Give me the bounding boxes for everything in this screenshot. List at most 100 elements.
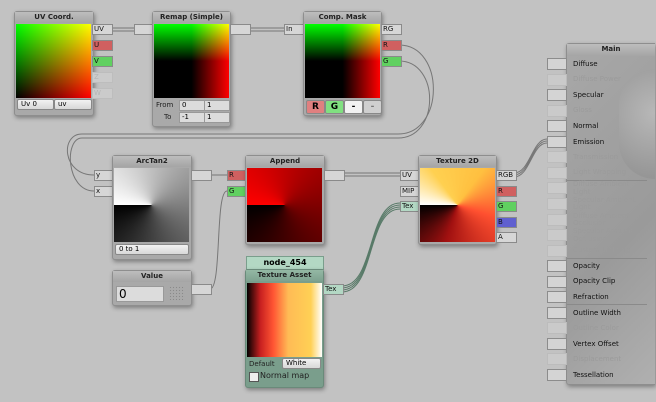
output-rgb[interactable]: RGB — [496, 170, 517, 181]
drag-grip-icon[interactable] — [169, 286, 185, 300]
main-input-label: Transmission — [573, 153, 619, 162]
main-input-port[interactable] — [547, 260, 567, 273]
mask-g-button[interactable]: G — [325, 100, 344, 114]
main-input-port[interactable] — [547, 182, 567, 195]
value-field[interactable]: 0 — [116, 286, 164, 302]
output-a[interactable]: A — [496, 232, 517, 243]
append-node[interactable]: Append — [245, 155, 325, 245]
uv-preview — [16, 24, 91, 98]
comp-mask-preview — [305, 24, 380, 98]
main-input-label: Gloss — [573, 106, 592, 115]
main-input-label: Custom Lighting — [567, 244, 647, 259]
main-input-label: Tessellation — [573, 370, 614, 379]
uv-channel-dropdown[interactable]: Uv 0 — [17, 99, 54, 110]
from-max-field[interactable]: 1 — [204, 100, 230, 111]
texture-asset-node[interactable]: Texture Asset Default White Normal map — [245, 269, 324, 388]
main-input-port[interactable] — [547, 306, 567, 319]
node-title: Texture 2D — [419, 156, 496, 167]
arctan2-preview — [114, 168, 189, 242]
main-input-port[interactable] — [547, 322, 567, 335]
main-input-port[interactable] — [547, 197, 567, 210]
node-title: UV Coord. — [15, 12, 93, 23]
main-input-port[interactable] — [547, 73, 567, 86]
main-input-label: Specular — [573, 90, 604, 99]
output-v[interactable]: V — [92, 56, 113, 67]
node-title: Main — [567, 44, 655, 56]
to-max-field[interactable]: 1 — [204, 112, 230, 123]
texture2d-preview — [420, 168, 495, 242]
main-input-label: Refraction — [567, 290, 647, 306]
arctan2-node[interactable]: ArcTan2 0 to 1 — [112, 155, 192, 260]
main-input-port[interactable] — [547, 229, 567, 242]
remap-preview — [154, 24, 229, 98]
main-input-label: Specular Ambient Occlusion — [573, 227, 636, 243]
arctan2-output[interactable] — [191, 170, 212, 181]
main-input-label: Opacity Clip — [573, 277, 616, 286]
output-r[interactable]: R — [496, 186, 517, 197]
main-input-label: Outline Color — [573, 324, 619, 333]
append-output[interactable] — [324, 170, 345, 181]
main-input-label: Diffuse Ambient Occlusion — [573, 211, 630, 227]
input-in[interactable]: In — [284, 24, 305, 35]
uv-coord-node[interactable]: UV Coord. Uv 0 uv — [14, 11, 94, 116]
output-z[interactable]: Z — [92, 72, 113, 83]
output-g[interactable]: G — [381, 56, 402, 67]
main-input-port[interactable] — [547, 58, 567, 70]
main-input-port[interactable] — [547, 369, 567, 381]
main-input-port[interactable] — [547, 104, 567, 117]
texture2d-node[interactable]: Texture 2D — [418, 155, 497, 245]
value-node[interactable]: Value 0 — [112, 270, 192, 306]
main-input-port[interactable] — [547, 120, 567, 133]
node-title: Append — [246, 156, 324, 167]
main-input-label: Emission — [573, 137, 605, 146]
main-input-label: Normal — [573, 121, 599, 130]
to-label: To — [164, 113, 172, 121]
main-input-label: Specular Ambient Light — [573, 195, 636, 212]
main-input-port[interactable] — [547, 166, 567, 179]
output-rg[interactable]: RG — [381, 24, 402, 35]
main-input-port[interactable] — [547, 275, 567, 288]
texture-asset-preview — [247, 283, 322, 357]
output-tex[interactable]: Tex — [323, 284, 344, 295]
node-title: Remap (Simple) — [153, 12, 230, 23]
main-input-label: Diffuse Power — [573, 75, 621, 84]
output-w[interactable]: W — [92, 88, 113, 99]
main-input-label: Outline Width — [573, 308, 621, 317]
main-input-port[interactable] — [547, 291, 567, 304]
main-input-port[interactable] — [547, 244, 567, 257]
from-min-field[interactable]: 0 — [179, 100, 205, 111]
remap-output[interactable] — [230, 24, 251, 35]
value-output[interactable] — [191, 284, 212, 295]
main-input-port[interactable] — [547, 353, 567, 366]
normal-map-checkbox[interactable] — [249, 372, 259, 382]
main-input-port[interactable] — [547, 213, 567, 226]
output-r[interactable]: R — [381, 40, 402, 51]
output-uv[interactable]: UV — [92, 24, 113, 35]
mask-r-button[interactable]: R — [306, 100, 325, 114]
to-min-field[interactable]: -1 — [179, 112, 205, 123]
main-input-port[interactable] — [547, 151, 567, 164]
main-input-label: Diffuse — [573, 59, 598, 68]
output-b[interactable]: B — [496, 217, 517, 228]
main-input-port[interactable] — [547, 337, 567, 350]
output-u[interactable]: U — [92, 40, 113, 51]
node-title: Comp. Mask — [304, 12, 381, 23]
uv-mode-dropdown[interactable]: uv — [54, 99, 92, 110]
remap-node[interactable]: Remap (Simple) From 0 1 To -1 1 — [152, 11, 231, 127]
main-input-port[interactable] — [547, 135, 567, 148]
comp-mask-node[interactable]: Comp. Mask R G - - — [303, 11, 382, 116]
range-dropdown[interactable]: 0 to 1 — [115, 244, 189, 255]
mask-a-button[interactable]: - — [363, 100, 382, 114]
node-title: ArcTan2 — [113, 156, 191, 167]
main-input-port[interactable] — [547, 89, 567, 102]
output-g[interactable]: G — [496, 201, 517, 212]
texture-asset-name-field[interactable]: node_454 — [246, 256, 324, 270]
mask-b-button[interactable]: - — [344, 100, 363, 114]
default-dropdown[interactable]: White — [282, 358, 321, 369]
from-label: From — [156, 101, 174, 109]
main-node[interactable]: Main Diffuse Diffuse Power Specular Gloss No… — [566, 43, 655, 385]
node-title: Value — [113, 271, 191, 282]
main-input-label: Vertex Offset — [573, 339, 619, 348]
normal-map-label: Normal map — [260, 371, 310, 380]
append-preview — [247, 168, 322, 242]
